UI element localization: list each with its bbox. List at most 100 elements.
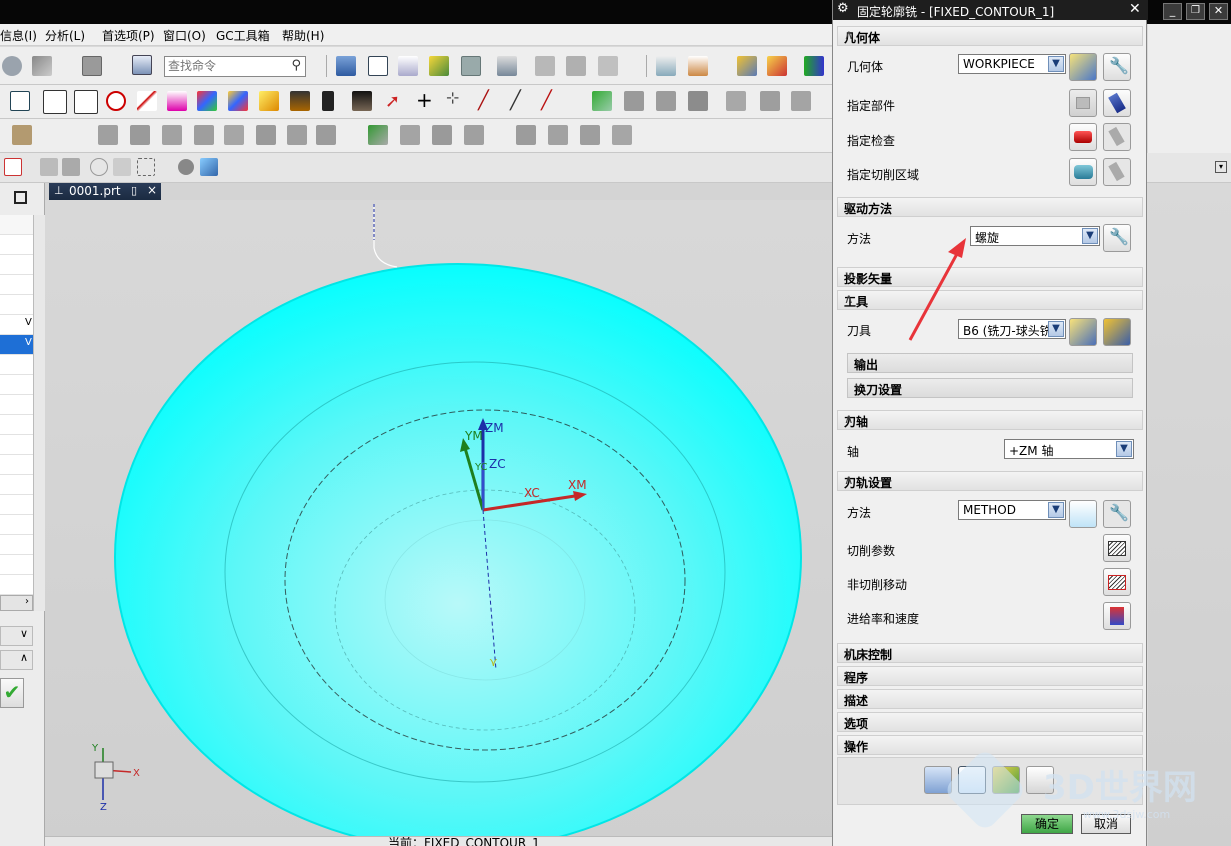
section-drive-method[interactable]: 驱动方法 ∧ [837,197,1143,217]
op-icon-13[interactable] [548,125,568,145]
check-icon-2[interactable] [368,125,388,145]
create-tool-icon[interactable] [368,56,388,76]
gray-icon-5[interactable] [760,91,780,111]
non-cut-button[interactable] [1103,568,1131,596]
menu-window[interactable]: 窗口(O) [163,27,206,44]
chevron-up-icon[interactable]: ∧ [844,199,1136,214]
subsection-tool-change[interactable]: 换刀设置 ∨ [847,378,1133,398]
machine-icon[interactable] [497,56,517,76]
new-method-button[interactable] [1069,500,1097,528]
drive-method-select[interactable]: 螺旋 ▼ [970,226,1100,246]
section-description[interactable]: 描述 ∨ [837,689,1143,709]
gray-icon-2[interactable] [656,91,676,111]
ruler-icon[interactable] [259,91,279,111]
vertical-scrollbar[interactable] [33,215,45,611]
plus-icon[interactable]: + [416,88,433,112]
create-geometry-icon[interactable] [398,56,418,76]
chevron-up-icon[interactable]: ∧ [844,28,1136,43]
group-icon-3[interactable] [598,56,618,76]
simulate-icon[interactable] [804,56,824,76]
dropdown-arrow-icon[interactable]: ▼ [1048,502,1064,518]
command-search-box[interactable]: ⚲ [164,56,306,77]
select-cut-area-button[interactable] [1069,158,1097,186]
list-item-selected[interactable]: V [0,335,33,355]
color-icon[interactable] [167,91,187,111]
shade-icon[interactable] [82,56,102,76]
op-icon-11[interactable] [464,125,484,145]
curve-icon[interactable] [137,91,157,111]
edit-geometry-button[interactable]: 🔧 [1103,53,1131,81]
op-icon-7[interactable] [287,125,307,145]
display-part-button[interactable] [1103,89,1131,117]
section-machine-control[interactable]: 机床控制 ∨ [837,643,1143,663]
select-filter-icon[interactable] [4,158,22,176]
palette-icon-1[interactable] [197,91,217,111]
tab-document[interactable]: ⊥ 0001.prt ▯ × [49,183,161,201]
chevron-down-icon[interactable]: ∨ [844,691,1136,706]
op-icon-10[interactable] [432,125,452,145]
chevron-down-icon[interactable]: ∨ [854,355,1126,369]
chevron-down-icon[interactable]: ∨ [844,668,1136,683]
create-program-icon[interactable] [336,56,356,76]
op-icon-5[interactable] [224,125,244,145]
palette-icon-2[interactable] [228,91,248,111]
non-cut-icon[interactable] [74,90,98,114]
shade-ball-icon[interactable] [178,159,194,175]
list-icon[interactable] [656,56,676,76]
generate-icon[interactable] [737,56,757,76]
dropdown-arrow-icon[interactable]: ▼ [1116,441,1132,457]
wrench-icon[interactable] [32,56,52,76]
snap-icon-4[interactable] [113,158,131,176]
maximize-panel-icon[interactable] [14,191,27,204]
bowl-toolpath-surface[interactable] [115,264,801,846]
gray-icon-1[interactable] [624,91,644,111]
scroll-right-button[interactable]: › [0,595,33,611]
dropdown-arrow-icon[interactable]: ▼ [1048,321,1064,337]
line-icon-1[interactable]: ╱ [478,90,489,111]
snap-icon-3[interactable] [90,158,108,176]
op-icon-4[interactable] [194,125,214,145]
display-check-button[interactable] [1103,123,1131,151]
close-app-button[interactable]: ✕ [1209,3,1228,20]
snap-icon-1[interactable] [40,158,58,176]
chevron-down-icon[interactable]: ∨ [844,714,1136,729]
cut-params-icon[interactable] [43,90,67,114]
dialog-close-icon[interactable]: ✕ [1129,1,1141,17]
path-method-select[interactable]: METHOD ▼ [958,500,1066,520]
graphics-viewport[interactable]: ZM YM ZC XC XM YC ⋎ Y X Z [45,200,832,846]
box-icon[interactable] [12,125,32,145]
menu-preferences[interactable]: 首选项(P) [102,27,155,44]
chevron-down-icon[interactable]: ∨ [854,380,1126,394]
new-tool-button[interactable] [1069,318,1097,346]
chevron-up-icon[interactable]: ∧ [844,737,1136,752]
chevron-up-icon[interactable]: ∧ [0,650,33,670]
section-tool[interactable]: 工具 ∧ [837,290,1143,310]
gear-icon[interactable]: ⚙ [837,1,849,16]
section-tool-axis[interactable]: 刀轴 ∧ [837,410,1143,430]
op-icon-9[interactable] [400,125,420,145]
op-icon-3[interactable] [162,125,182,145]
section-projection-vector[interactable]: 投影矢量 ∨ [837,267,1143,287]
menu-gc-toolbox[interactable]: GC工具箱 [216,27,270,44]
dropdown-arrow-icon[interactable]: ▼ [1082,228,1098,244]
gray-icon-4[interactable] [726,91,746,111]
replay-icon[interactable] [767,56,787,76]
info-icon[interactable] [132,55,152,75]
edit-method-button[interactable]: 🔧 [1103,500,1131,528]
toolbar-options-icon[interactable]: ▾ [1215,161,1227,173]
op-icon-2[interactable] [130,125,150,145]
section-path-settings[interactable]: 刀轨设置 ∧ [837,471,1143,491]
chevron-down-icon[interactable]: ∨ [844,645,1136,660]
group-icon-1[interactable] [535,56,555,76]
create-method-icon[interactable] [429,56,449,76]
section-geometry[interactable]: 几何体 ∧ [837,26,1143,46]
chevron-down-icon[interactable]: ∨ [0,626,33,646]
view-icon[interactable] [2,56,22,76]
restore-button[interactable]: ❐ [1186,3,1205,20]
search-icon[interactable]: ⚲ [291,58,301,73]
line-icon-3[interactable]: ╱ [541,90,552,111]
snap-icon-2[interactable] [62,158,80,176]
menu-analysis[interactable]: 分析(L) [45,27,85,44]
tab-pin-icon[interactable]: ▯ [131,184,137,197]
axis-select[interactable]: +ZM 轴 ▼ [1004,439,1134,459]
